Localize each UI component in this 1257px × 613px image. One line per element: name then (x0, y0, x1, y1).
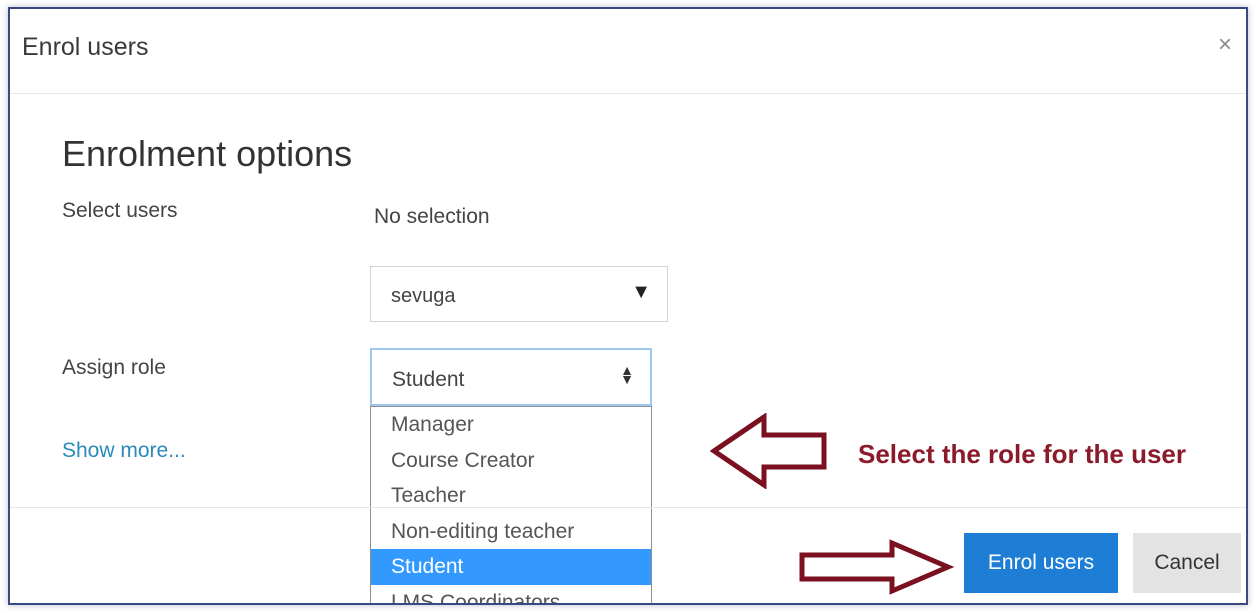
assign-role-select[interactable]: Student ▲ ▼ (370, 348, 652, 406)
select-users-value: No selection (374, 205, 490, 228)
cancel-button[interactable]: Cancel (1133, 533, 1241, 593)
modal-header: Enrol users × (10, 9, 1246, 94)
annotation-text: Select the role for the user (858, 439, 1186, 469)
role-option-student[interactable]: Student (371, 549, 651, 585)
assign-role-selected: Student (392, 368, 465, 391)
assign-role-label: Assign role (62, 356, 166, 379)
role-option-non-editing-teacher[interactable]: Non-editing teacher (371, 514, 651, 550)
user-search-input[interactable]: sevuga ▼ (370, 266, 668, 322)
user-search-value: sevuga (391, 285, 456, 307)
role-dropdown-list: Manager Course Creator Teacher Non-editi… (370, 406, 652, 604)
role-option-course-creator[interactable]: Course Creator (371, 443, 651, 479)
modal-title: Enrol users (22, 33, 149, 61)
role-option-lms-coordinators[interactable]: LMS Coordinators (371, 585, 651, 604)
select-users-label: Select users (62, 199, 178, 222)
role-option-manager[interactable]: Manager (371, 407, 651, 443)
enrol-users-button[interactable]: Enrol users (964, 533, 1118, 593)
left-arrow-annotation-icon (710, 413, 827, 489)
updown-icon: ▲ ▼ (620, 362, 634, 387)
section-heading: Enrolment options (62, 133, 353, 174)
close-icon[interactable]: × (1218, 31, 1232, 59)
enrol-users-modal: Enrol users × Enrolment options Select u… (8, 7, 1248, 605)
show-more-link[interactable]: Show more... (62, 439, 186, 463)
triangle-down-icon[interactable]: ▼ (631, 281, 651, 304)
footer-divider (10, 507, 1246, 508)
right-arrow-annotation-icon (799, 539, 955, 595)
role-option-teacher[interactable]: Teacher (371, 478, 651, 514)
